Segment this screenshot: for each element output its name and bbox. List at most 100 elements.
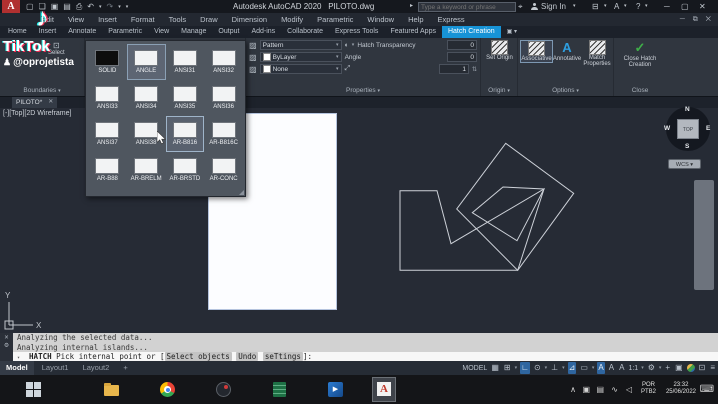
drawing-window-controls[interactable]: ─ ⧉ ✕ [680,13,714,26]
grid-icon[interactable]: ▦ [490,362,500,374]
tab-hatch-creation[interactable]: Hatch Creation [442,26,501,38]
command-close-icon[interactable]: ✕ [0,333,13,341]
tray-chevron-icon[interactable]: ∧ [570,375,576,404]
pattern-type-dropdown[interactable]: Pattern▾ [260,40,342,50]
match-properties-button[interactable]: Match Properties [582,40,612,67]
clean-screen-icon[interactable]: ⊡ [698,362,707,374]
viewcube-south[interactable]: S [685,143,689,150]
menu-edit[interactable]: Edit [34,13,61,26]
boundaries-panel-footer[interactable]: Boundaries ▾ [0,85,84,96]
option-settings[interactable]: seTtings [263,352,303,361]
tray-speaker-icon[interactable]: ◁ [626,375,632,404]
set-origin-button[interactable]: Set Origin [484,40,515,61]
tray-network-icon[interactable]: ∿ [611,375,618,404]
customization-menu-icon[interactable]: ≡ [709,362,716,374]
scale-caret-icon[interactable]: ▾ [641,365,644,371]
menu-insert[interactable]: Insert [91,13,124,26]
menu-parametric[interactable]: Parametric [310,13,360,26]
autodesk-app-icon[interactable]: A [614,0,619,13]
hatch-color-dropdown[interactable]: ByLayer▾ [260,52,342,62]
help-icon[interactable]: ? [636,0,640,13]
chrome-icon[interactable] [160,381,177,398]
viewcube-west[interactable]: W [664,125,670,132]
scale-value[interactable]: 1 [439,64,469,74]
annotation-scale-value[interactable]: 1:1 [628,365,638,372]
transparency-caret-icon[interactable]: ▾ [352,42,355,48]
ribbon-display-toggle-icon[interactable]: ▣ ▾ [501,26,523,38]
scale-stepper[interactable]: ⇅ [472,66,477,73]
transparency-icon[interactable]: ◐ [345,42,349,49]
tab-manage[interactable]: Manage [175,26,212,38]
origin-panel-footer[interactable]: Origin ▾ [481,85,517,96]
menu-tools[interactable]: Tools [162,13,194,26]
menu-dimension[interactable]: Dimension [225,13,274,26]
navigation-bar[interactable] [694,180,714,290]
menu-express[interactable]: Express [431,13,472,26]
close-hatch-creation-button[interactable]: ✓ Close Hatch Creation [618,40,662,68]
app-caret-icon[interactable]: ▾ [624,0,627,13]
sign-in-caret-icon[interactable]: ▾ [573,0,576,13]
redo-caret-icon[interactable]: ▾ [118,4,121,10]
pattern-tile[interactable]: ANSI37 [88,116,127,152]
search-input[interactable] [418,2,516,12]
start-button[interactable] [26,381,43,399]
properties-panel-footer[interactable]: Properties ▾ [246,85,480,96]
workspace-gear-icon[interactable]: ⚙ [647,362,656,374]
option-undo[interactable]: Undo [236,352,258,361]
annotation-monitor-icon[interactable]: + [664,362,671,374]
hardware-acceleration-icon[interactable] [687,364,695,372]
menu-modify[interactable]: Modify [274,13,310,26]
polar-caret-icon[interactable]: ▾ [545,365,548,371]
tab-parametric[interactable]: Parametric [102,26,148,38]
transparency-value[interactable]: 0 [447,40,477,50]
save-icon[interactable]: ▣ [51,2,59,11]
menu-draw[interactable]: Draw [193,13,225,26]
menu-help[interactable]: Help [401,13,430,26]
tab-insert[interactable]: Insert [33,26,63,38]
file-explorer-icon[interactable] [104,381,121,398]
tray-folder-icon[interactable]: ▤ [596,375,604,404]
viewcube-top-face[interactable]: TOP [677,119,699,139]
autoscale-icon[interactable]: A [608,362,615,374]
language-indicator[interactable]: PORPTB2 [641,375,656,404]
annotative-button[interactable]: A Annotative [553,40,581,62]
annotation-visibility-icon[interactable]: A [597,362,604,374]
pattern-tile[interactable]: ANSI31 [166,44,205,80]
tab-featured-apps[interactable]: Featured Apps [384,26,442,38]
pattern-tile[interactable]: ANSI34 [127,80,166,116]
pattern-tile[interactable]: ANSI35 [166,80,205,116]
menu-format[interactable]: Format [124,13,162,26]
open-file-icon[interactable]: ❏ [39,2,46,11]
object-snap-icon[interactable]: ▭ [579,362,589,374]
undo-caret-icon[interactable]: ▾ [99,4,102,10]
tab-express-tools[interactable]: Express Tools [329,26,384,38]
pattern-tile[interactable]: SOLID [88,44,127,80]
menu-view[interactable]: View [61,13,91,26]
pattern-tile[interactable]: ANSI32 [204,44,243,80]
undo-icon[interactable]: ↶ [87,2,94,11]
maximize-button[interactable]: ▢ [681,0,689,13]
tab-collaborate[interactable]: Collaborate [281,26,329,38]
add-layout-button[interactable]: + [117,361,133,375]
pattern-tile[interactable]: AR-BRSTD [166,152,205,188]
plot-icon[interactable]: ⎙ [76,2,82,12]
osnap-caret-icon[interactable]: ▾ [592,365,595,371]
angle-value[interactable]: 0 [447,52,477,62]
search-icon[interactable]: ⌖ [518,0,523,13]
options-panel-footer[interactable]: Options ▾ [518,85,613,96]
tab-add-ins[interactable]: Add-ins [245,26,281,38]
select-boundary-button[interactable]: ⊡ Select [48,41,65,56]
autocad-logo[interactable]: A [2,0,20,13]
iso-caret-icon[interactable]: ▾ [562,365,565,371]
tab-home[interactable]: Home [2,26,33,38]
isolate-objects-icon[interactable]: ▣ [674,362,684,374]
close-button[interactable]: ✕ [699,0,706,13]
cart-caret-icon[interactable]: ▾ [604,0,607,13]
media-app-icon[interactable]: ▶ [328,381,345,398]
palette-resize-handle[interactable] [239,190,244,195]
tab-model[interactable]: Model [0,361,34,375]
gear-caret-icon[interactable]: ▾ [659,365,662,371]
minimize-button[interactable]: ─ [664,0,670,13]
tab-output[interactable]: Output [212,26,245,38]
pattern-tile[interactable]: AR-CONC [204,152,243,188]
